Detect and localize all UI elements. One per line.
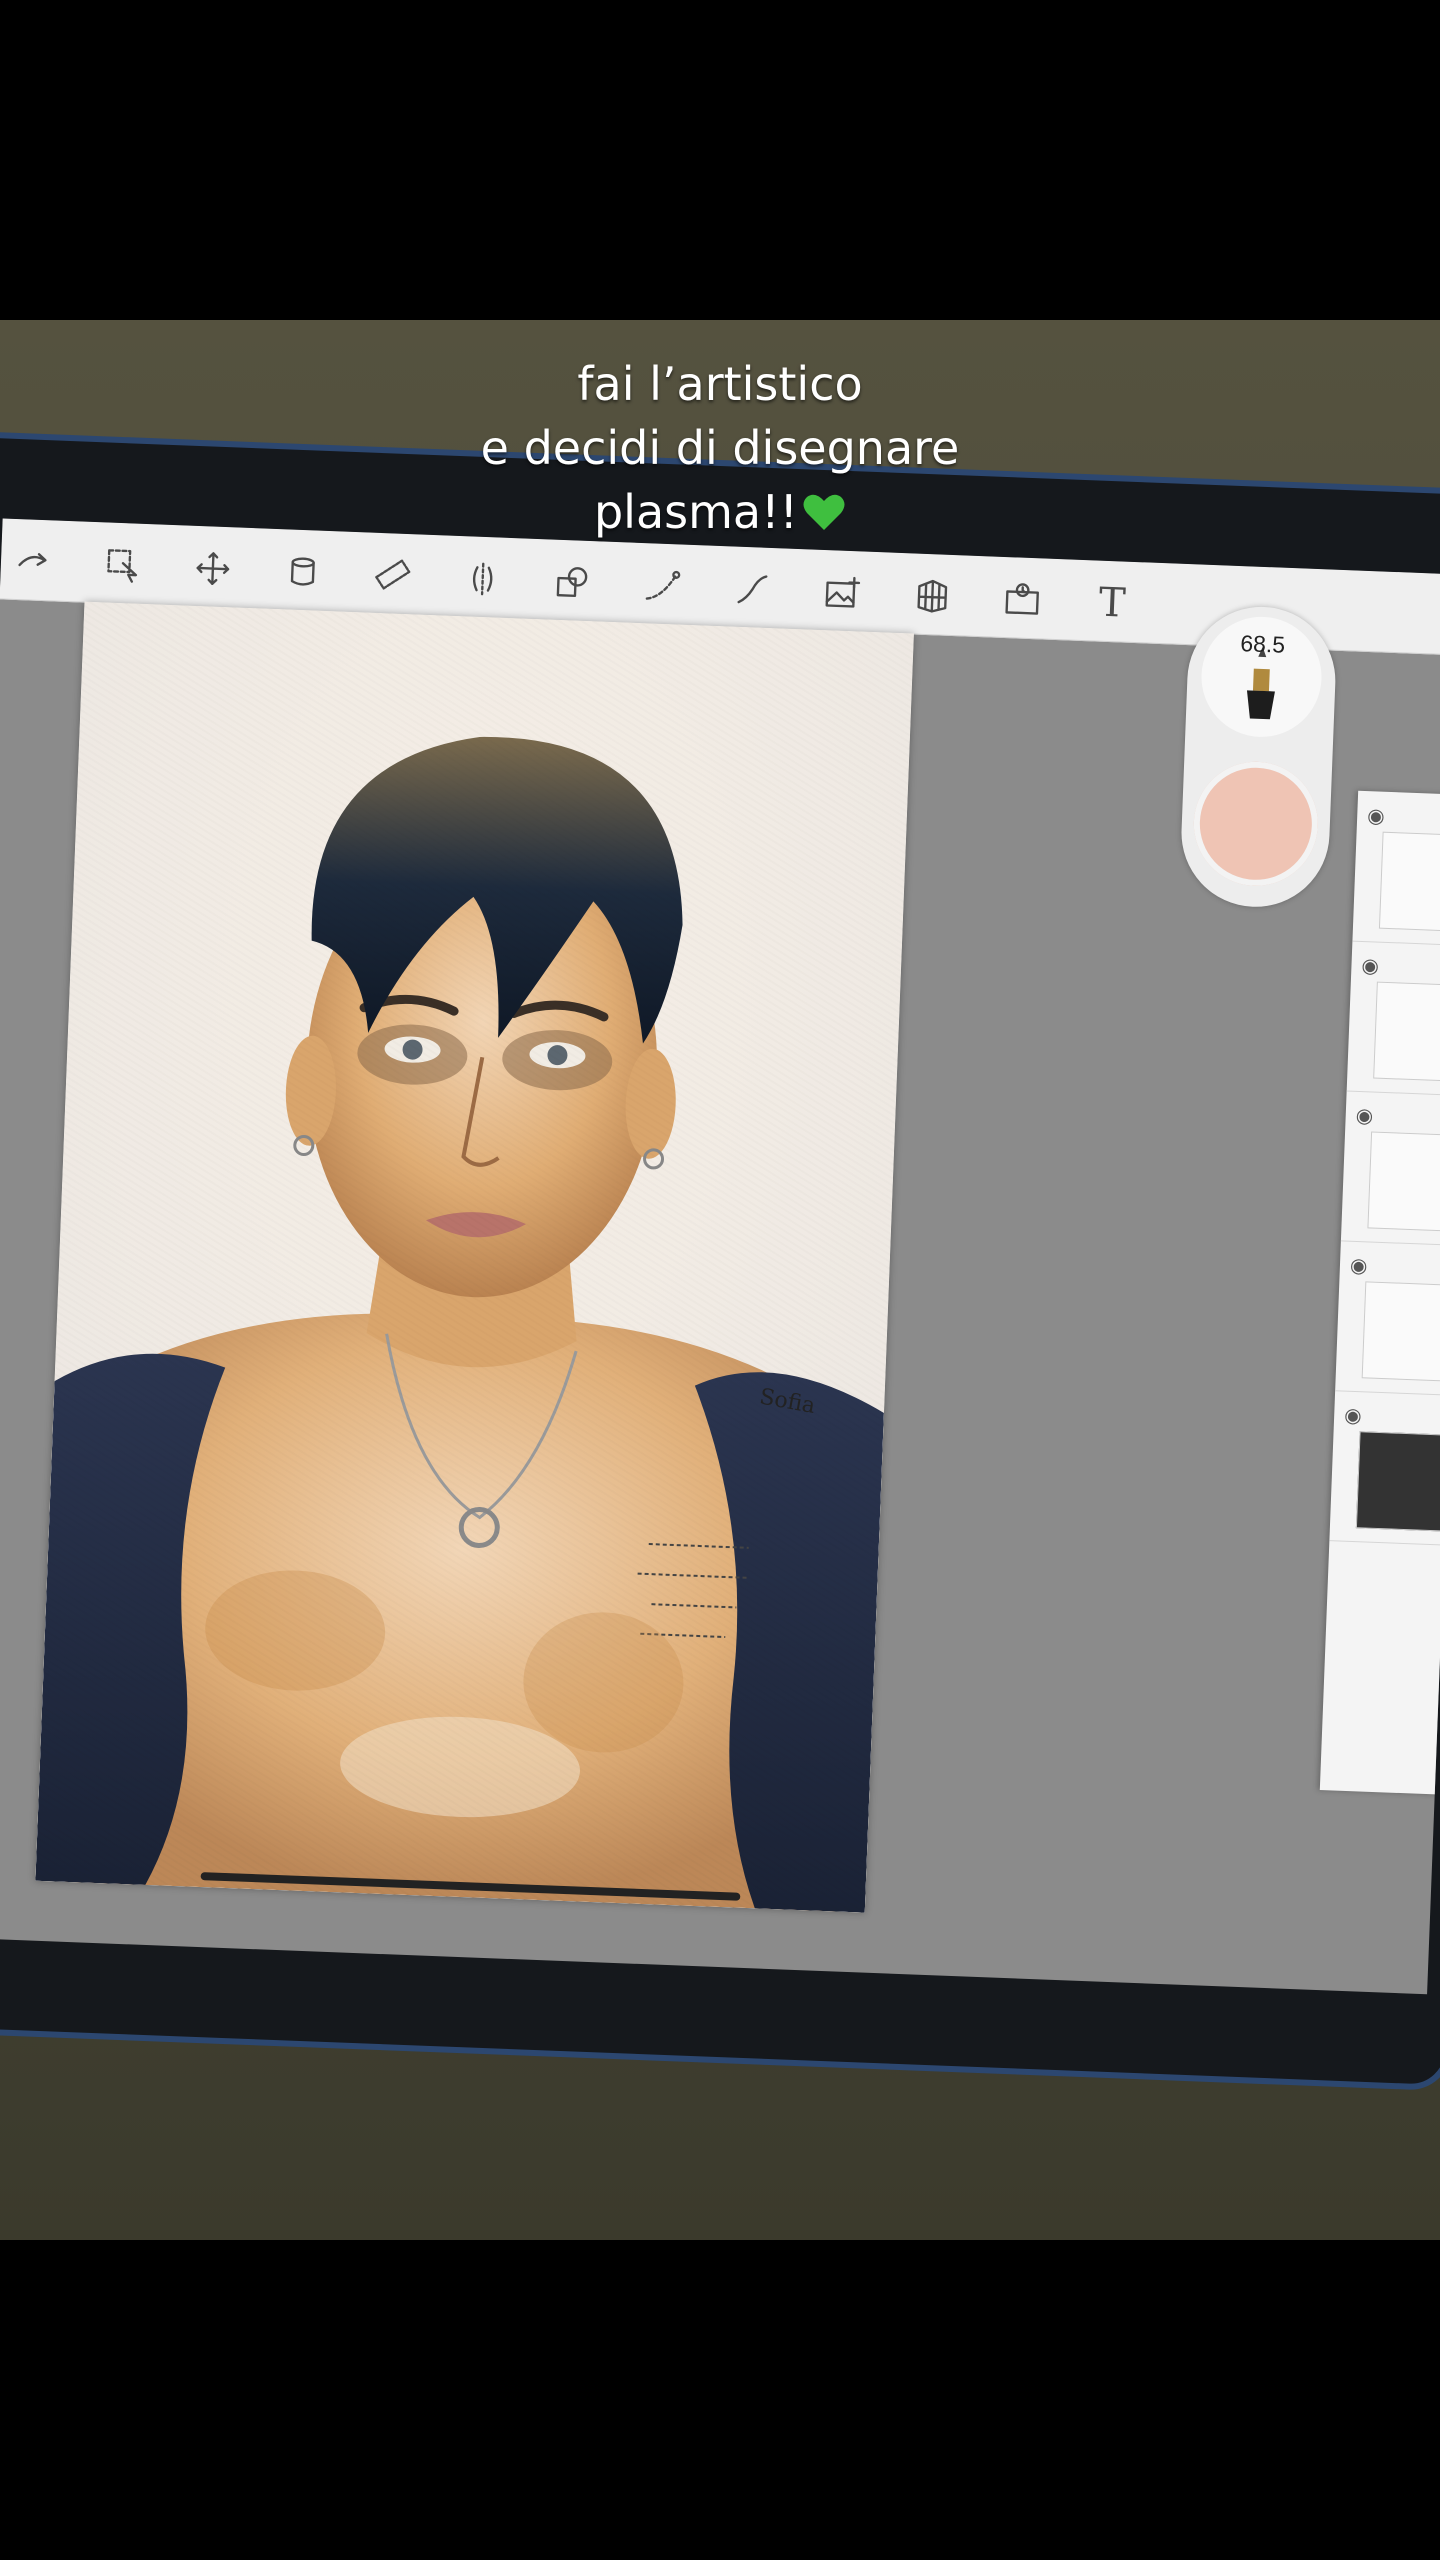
redo-icon[interactable] xyxy=(10,539,56,585)
caption-line-2: e decidi di disegnare xyxy=(480,421,960,475)
stroke-icon[interactable] xyxy=(730,566,776,612)
brush-size-control[interactable]: 68.5 xyxy=(1199,614,1324,740)
brush-size-value: 68.5 xyxy=(1239,630,1286,658)
layer-thumbnail xyxy=(1373,981,1440,1084)
transform-icon[interactable] xyxy=(190,546,236,592)
layer-item[interactable]: ◉ xyxy=(1329,1390,1440,1549)
green-heart-icon xyxy=(803,494,845,530)
eye-icon[interactable]: ◉ xyxy=(1361,953,1379,979)
layer-item[interactable]: ◉ xyxy=(1335,1240,1440,1399)
layer-item[interactable]: ◉ xyxy=(1340,1090,1440,1249)
ruler-icon[interactable] xyxy=(370,553,416,599)
layer-thumbnail xyxy=(1378,831,1440,934)
tablet-device: ••• T Sofia 68.5 ◉ ◉ ◉ ◉ ◉ xyxy=(0,430,1440,2092)
drawing-canvas[interactable] xyxy=(35,601,914,1913)
eye-icon[interactable]: ◉ xyxy=(1344,1403,1362,1429)
image-icon[interactable] xyxy=(820,570,866,616)
symmetry-icon[interactable] xyxy=(460,556,506,602)
paper-texture xyxy=(35,601,914,1913)
video-caption: fai l’artistico e decidi di disegnare pl… xyxy=(0,352,1440,544)
layer-thumbnail xyxy=(1367,1131,1440,1234)
layer-item[interactable]: ◉ xyxy=(1352,790,1440,949)
current-color-swatch[interactable] xyxy=(1191,759,1321,889)
tablet-screen: ••• T Sofia 68.5 ◉ ◉ ◉ ◉ ◉ xyxy=(0,518,1440,1995)
brush-controls: 68.5 xyxy=(1178,604,1339,910)
caption-line-3: plasma!! xyxy=(0,480,1440,544)
photo-background: ••• T Sofia 68.5 ◉ ◉ ◉ ◉ ◉ xyxy=(0,320,1440,2240)
text-icon[interactable]: T xyxy=(1089,580,1135,627)
layer-thumbnail xyxy=(1355,1431,1440,1533)
caption-line-3-text: plasma!! xyxy=(593,485,798,539)
shapes-icon[interactable] xyxy=(550,560,596,606)
caption-line-1: fai l’artistico xyxy=(577,357,863,411)
eye-icon[interactable]: ◉ xyxy=(1355,1103,1373,1129)
perspective-icon[interactable] xyxy=(910,573,956,619)
fill-icon[interactable] xyxy=(280,549,326,595)
eye-icon[interactable]: ◉ xyxy=(1367,803,1385,829)
eye-icon[interactable]: ◉ xyxy=(1349,1253,1368,1279)
layer-item[interactable]: ◉ xyxy=(1346,940,1440,1099)
layer-thumbnail xyxy=(1361,1281,1440,1383)
reference-icon[interactable] xyxy=(999,577,1045,623)
layers-panel: ◉ ◉ ◉ ◉ ◉ xyxy=(1319,790,1440,1797)
curve-icon[interactable] xyxy=(640,563,686,609)
selection-icon[interactable] xyxy=(100,542,146,588)
